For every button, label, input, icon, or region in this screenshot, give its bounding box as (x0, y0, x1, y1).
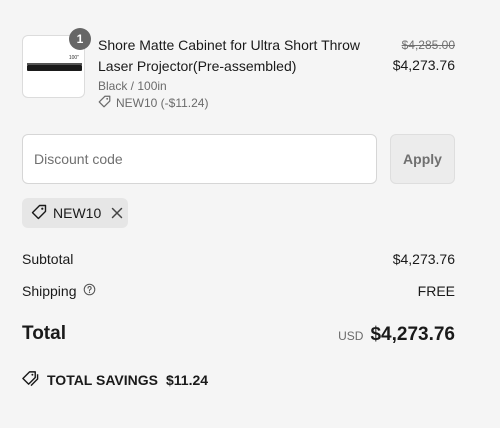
product-variant: Black / 100in (98, 79, 167, 93)
product-image-cabinet (27, 65, 82, 71)
total-currency: USD (338, 329, 364, 343)
discount-chip: NEW10 (22, 198, 128, 228)
thumbnail-size-label: 100" (68, 55, 79, 61)
quantity-badge: 1 (69, 28, 91, 50)
tag-icon (31, 204, 47, 223)
close-icon[interactable] (111, 207, 123, 219)
subtotal-value: $4,273.76 (392, 251, 455, 267)
total-savings: TOTAL SAVINGS $11.24 (22, 370, 208, 390)
discount-chip-code: NEW10 (53, 205, 102, 221)
product-title: Shore Matte Cabinet for Ultra Short Thro… (98, 37, 360, 74)
shipping-label: Shipping (22, 283, 77, 299)
original-price: $4,285.00 (401, 38, 455, 52)
total-label: Total (22, 323, 66, 344)
shipping-value: FREE (417, 283, 455, 299)
total-value-group: USD $4,273.76 (338, 324, 455, 346)
applied-discount-line: NEW10 (-$11.24) (98, 95, 208, 111)
discount-code-input[interactable] (22, 134, 377, 184)
total-row: Total USD $4,273.76 (22, 323, 455, 349)
shipping-row: Shipping FREE (22, 283, 455, 299)
discounted-price: $4,273.76 (392, 57, 455, 73)
savings-value: $11.24 (165, 372, 209, 388)
total-value: $4,273.76 (370, 324, 455, 345)
subtotal-row: Subtotal $4,273.76 (22, 251, 455, 267)
tag-icon (98, 95, 111, 111)
shipping-label-group: Shipping (22, 283, 455, 299)
subtotal-label: Subtotal (22, 251, 74, 267)
apply-button[interactable]: Apply (390, 134, 455, 184)
savings-label: TOTAL SAVINGS (47, 372, 158, 388)
cart-line-item: 100" 1 Shore Matte Cabinet for Ultra Sho… (22, 28, 455, 115)
applied-discount-text: NEW10 (-$11.24) (116, 96, 209, 110)
tags-icon (22, 370, 39, 390)
help-circle-icon[interactable] (83, 283, 96, 299)
